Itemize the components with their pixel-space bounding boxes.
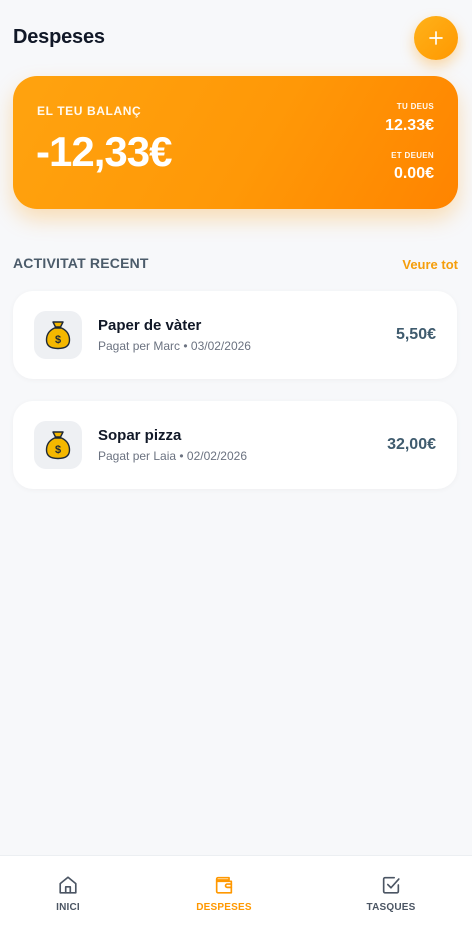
owed-to-you-value: 0.00€ [393,165,434,182]
expense-icon-box: $ [34,311,82,359]
add-expense-button[interactable] [414,16,458,60]
you-owe-value: 12.33€ [385,117,434,134]
wallet-icon [215,876,233,894]
bottom-nav: INICI DESPESES TASQUES [0,855,472,929]
expense-amount: 5,50€ [395,326,436,343]
recent-activity-title: ACTIVITAT RECENT [13,255,149,271]
money-bag-icon: $ [45,321,71,350]
svg-text:$: $ [55,334,61,346]
plus-icon [429,31,443,45]
balance-card: EL TEU BALANÇ -12,33€ TU DEUS 12.33€ ET … [13,76,458,209]
balance-label: EL TEU BALANÇ [37,104,142,118]
page-title: Despeses [13,26,105,48]
balance-value: -12,33€ [36,128,172,175]
owed-to-you-label: ET DEUEN [391,151,434,160]
expense-item[interactable]: $ Sopar pizza Pagat per Laia • 02/02/202… [13,401,457,489]
nav-item-tasques[interactable]: TASQUES [331,856,451,929]
home-icon [59,876,77,894]
nav-label-despeses: DESPESES [196,902,252,913]
nav-item-despeses[interactable]: DESPESES [164,856,284,929]
svg-text:$: $ [55,444,61,456]
expense-title: Paper de vàter [98,317,202,334]
money-bag-icon: $ [45,431,71,460]
nav-item-inici[interactable]: INICI [8,856,128,929]
nav-label-inici: INICI [56,902,80,913]
see-all-link[interactable]: Veure tot [402,257,458,272]
you-owe-label: TU DEUS [396,102,434,111]
expense-item[interactable]: $ Paper de vàter Pagat per Marc • 03/02/… [13,291,457,379]
expense-title: Sopar pizza [98,427,182,444]
expense-meta: Pagat per Marc • 03/02/2026 [98,339,251,353]
expense-meta: Pagat per Laia • 02/02/2026 [98,449,247,463]
header: Despeses [13,14,458,62]
checkbox-icon [382,876,400,894]
nav-label-tasques: TASQUES [366,902,416,913]
expense-amount: 32,00€ [387,436,436,453]
expense-icon-box: $ [34,421,82,469]
